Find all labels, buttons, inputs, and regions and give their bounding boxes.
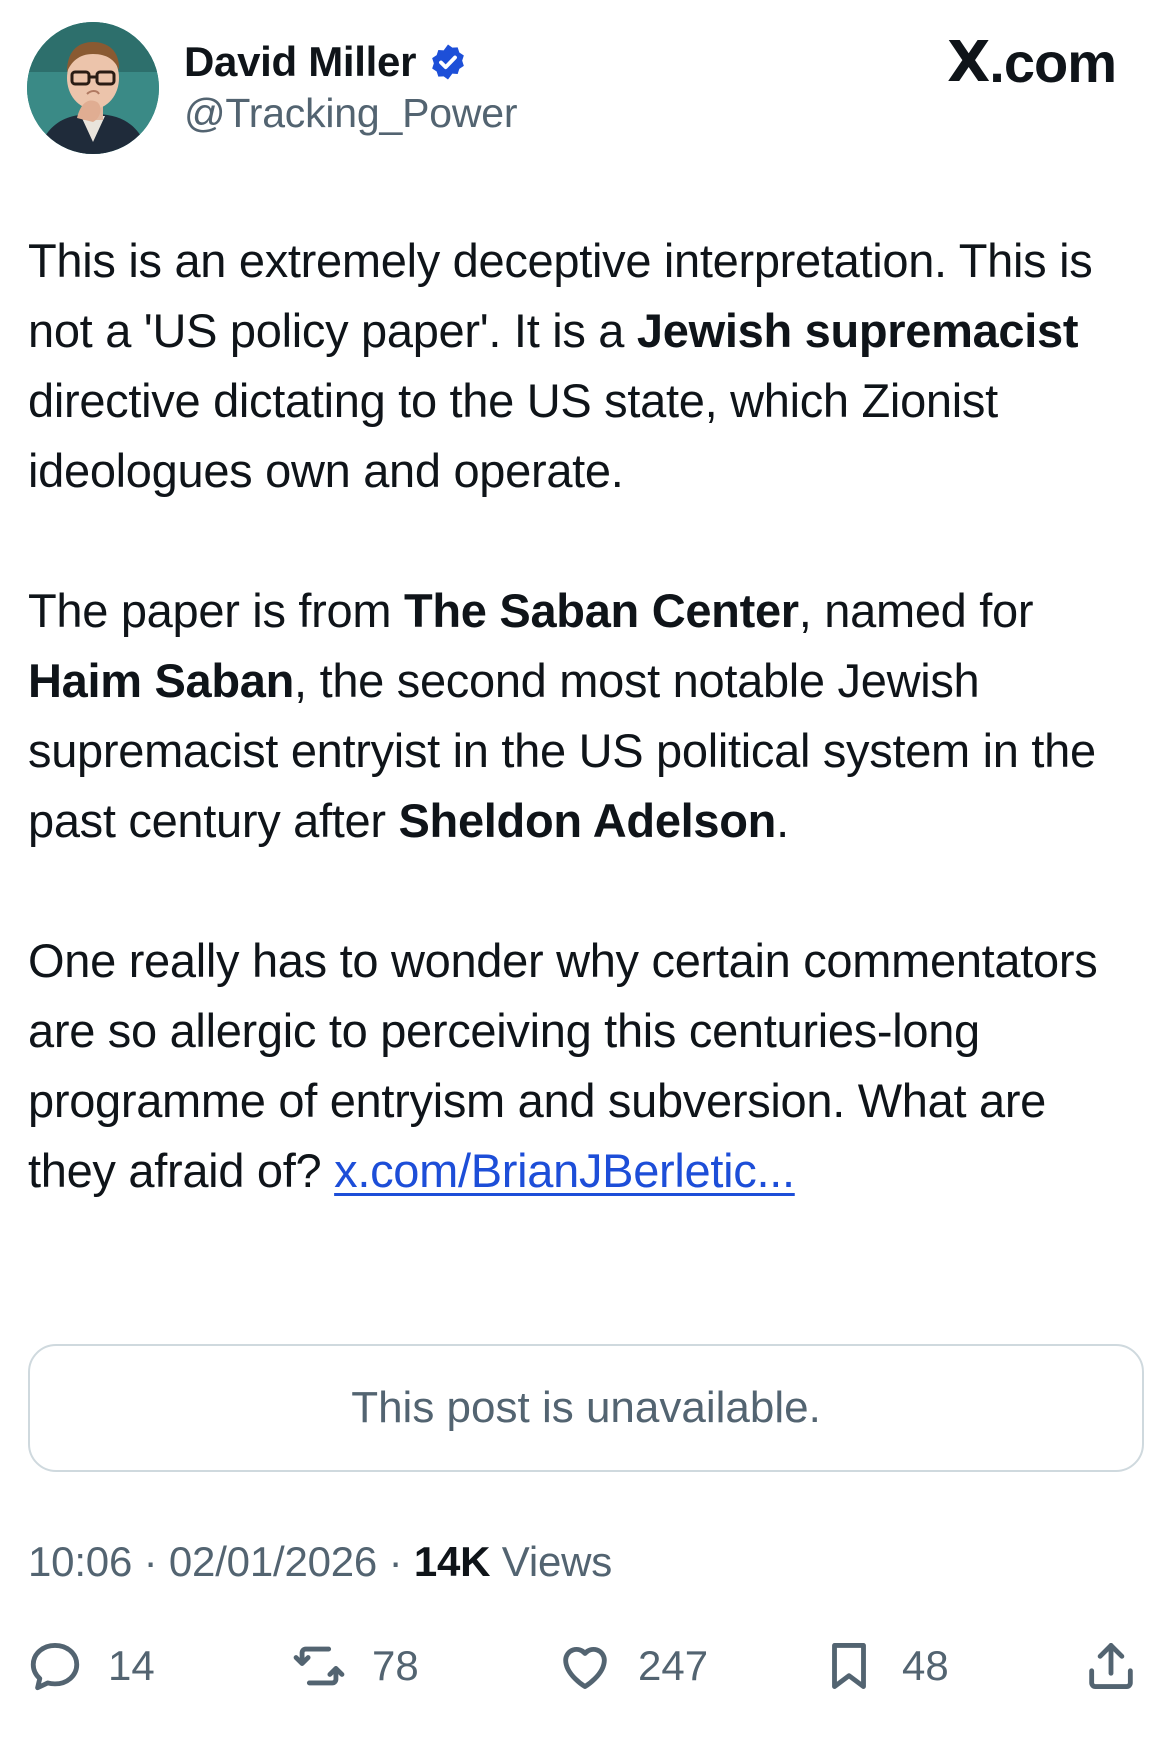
quoted-post-unavailable-text: This post is unavailable. [351, 1383, 821, 1432]
reply-icon [30, 1643, 80, 1691]
quoted-post-card[interactable]: This post is unavailable. [28, 1344, 1144, 1472]
reply-button[interactable]: 14 [26, 1632, 155, 1700]
x-logo: X .com [947, 29, 1117, 95]
share-icon [1089, 1643, 1133, 1689]
heart-icon [563, 1647, 607, 1689]
avatar[interactable] [27, 22, 159, 154]
repost-count: 78 [372, 1642, 419, 1689]
post-text-bold: The Saban Center [403, 584, 799, 637]
post-meta: 10:06 · 02/01/2026 · 14K Views [28, 1538, 612, 1586]
post-time[interactable]: 10:06 [28, 1538, 132, 1585]
post-text-bold: Jewish supremacist [636, 304, 1079, 357]
avatar-image [27, 22, 159, 154]
post-paragraph-1: This is an extremely deceptive interpret… [28, 226, 1143, 506]
bookmark-button[interactable]: 48 [820, 1632, 949, 1700]
share-button[interactable] [1082, 1632, 1140, 1700]
post-paragraph-2: The paper is from The Saban Center, name… [28, 576, 1143, 856]
post-text-segment: The paper is from [28, 584, 404, 637]
post-text-segment: . [776, 794, 789, 847]
x-logo-text: .com [989, 30, 1117, 94]
like-count: 247 [638, 1642, 709, 1689]
post-link[interactable]: x.com/BrianJBerletic... [334, 1144, 795, 1197]
like-button[interactable]: 247 [556, 1632, 708, 1700]
author-name-row: David Miller [184, 36, 468, 88]
x-logo-glyph: X [947, 29, 990, 95]
post-date[interactable]: 02/01/2026 [169, 1538, 377, 1585]
author-handle[interactable]: @Tracking_Power [184, 90, 518, 137]
post-text-segment: directive dictating to the US state, whi… [28, 374, 998, 497]
post-text-segment: , named for [798, 584, 1034, 637]
bookmark-count: 48 [902, 1642, 949, 1689]
action-bar: 14 78 247 48 [0, 1632, 1170, 1700]
reply-count: 14 [108, 1642, 155, 1689]
meta-separator: · [388, 1538, 403, 1585]
verified-badge-icon [428, 42, 468, 82]
views-label: Views [501, 1538, 613, 1585]
post-text-bold: Sheldon Adelson [398, 794, 777, 847]
meta-separator: · [143, 1538, 158, 1585]
post-paragraph-3: One really has to wonder why certain com… [28, 926, 1143, 1206]
repost-icon [293, 1646, 345, 1686]
post-text: This is an extremely deceptive interpret… [28, 226, 1143, 1276]
author-name[interactable]: David Miller [184, 38, 416, 86]
repost-button[interactable]: 78 [290, 1632, 419, 1700]
post-text-bold: Haim Saban [28, 654, 295, 707]
views-count: 14K [413, 1538, 491, 1585]
bookmark-icon [832, 1643, 866, 1689]
